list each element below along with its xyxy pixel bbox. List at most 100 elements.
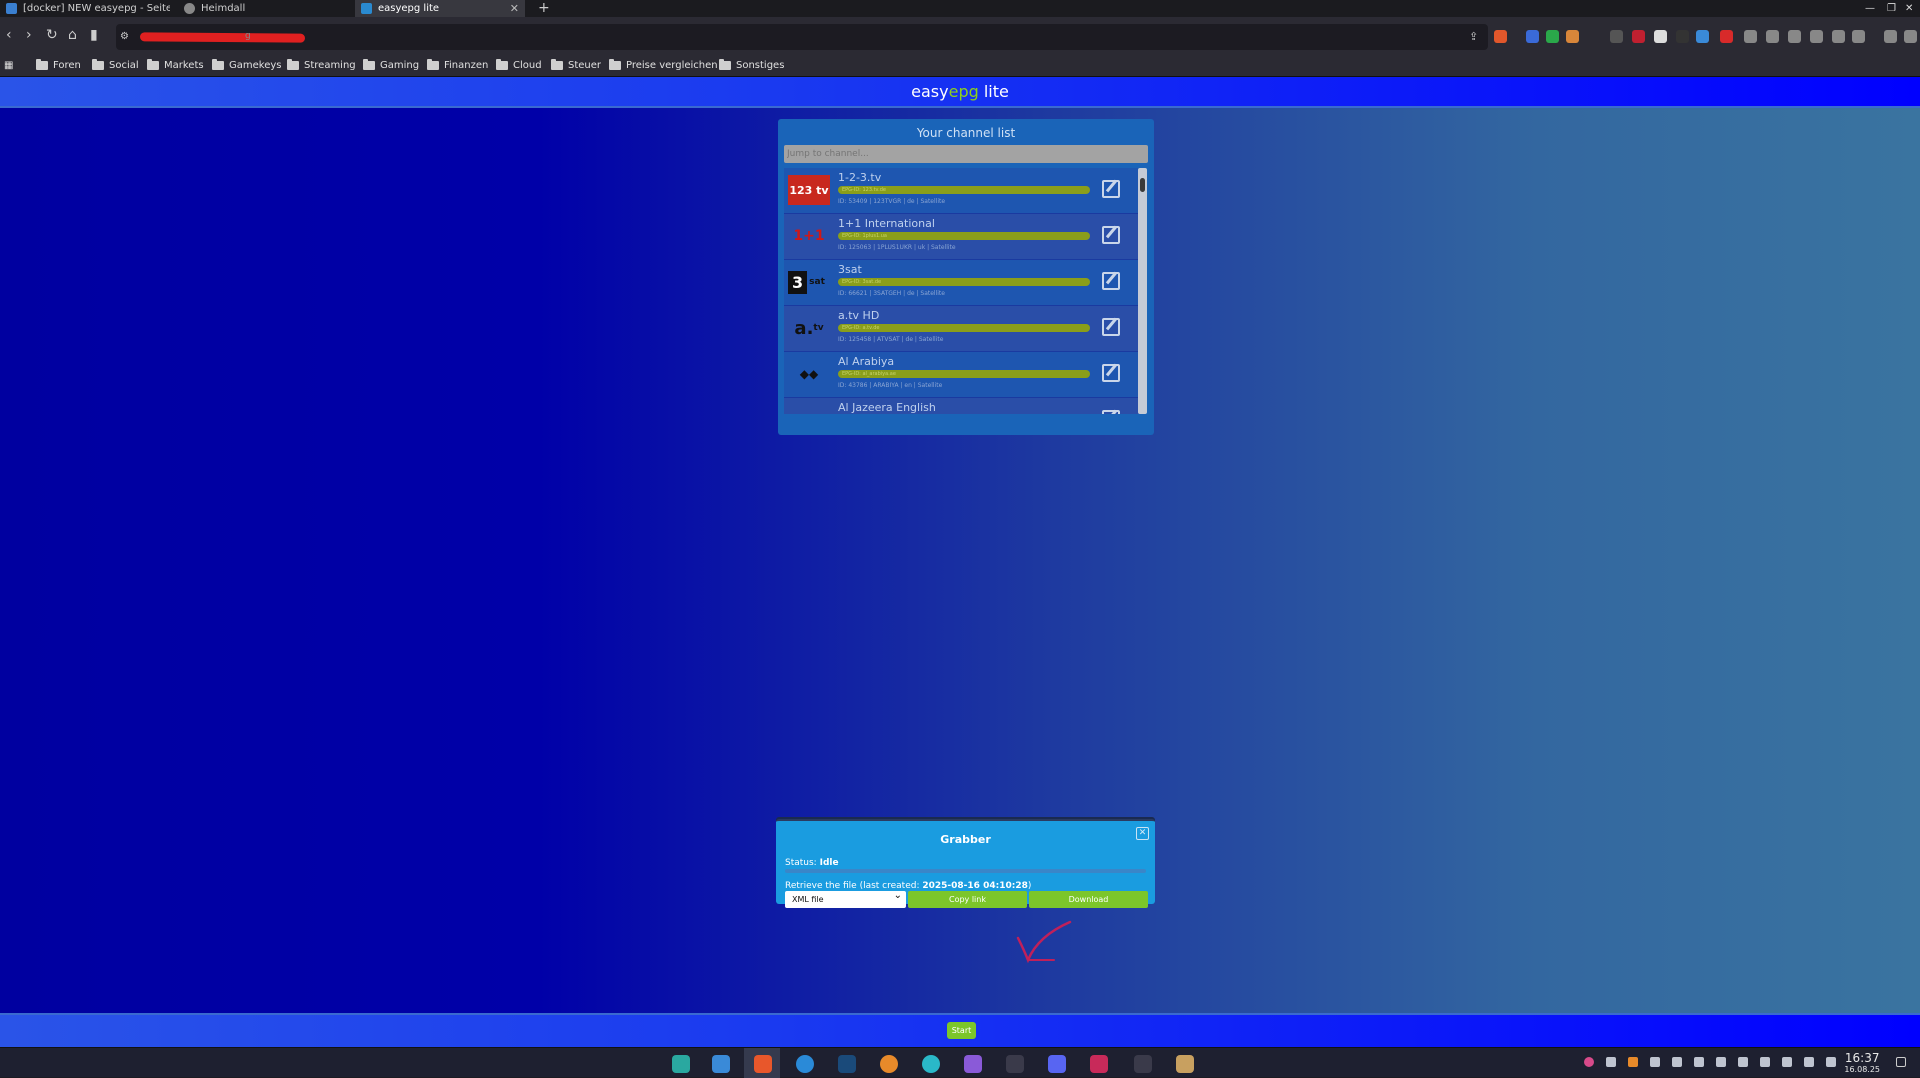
tray-icon[interactable] — [1584, 1057, 1594, 1067]
channel-row[interactable]: ▲ Al Jazeera English — [784, 398, 1140, 414]
tab-heimdall[interactable]: Heimdall — [178, 0, 348, 17]
extension-icon[interactable] — [1632, 30, 1645, 43]
tray-icon[interactable] — [1628, 1057, 1638, 1067]
edit-icon[interactable] — [1102, 318, 1120, 336]
tab-easyepg[interactable]: easyepg lite ✕ — [355, 0, 525, 17]
taskbar-clock[interactable]: 16:37 16.08.25 — [1844, 1052, 1880, 1076]
package-icon[interactable] — [1176, 1055, 1194, 1073]
bluetooth-icon[interactable] — [1694, 1057, 1704, 1067]
bookmark-folder-streaming[interactable]: Streaming — [287, 59, 356, 71]
show-desktop-icon[interactable] — [1896, 1057, 1906, 1067]
folder-icon — [92, 59, 104, 70]
brave-shield-icon[interactable] — [1494, 30, 1507, 43]
close-icon[interactable]: ✕ — [1136, 827, 1149, 840]
site-info-icon[interactable]: ⚙ — [120, 30, 129, 44]
file-format-select[interactable]: XML file — [785, 887, 906, 908]
bookmark-folder-foren[interactable]: Foren — [36, 59, 81, 71]
bookmark-folder-gaming[interactable]: Gaming — [363, 59, 419, 71]
headset-icon[interactable] — [1006, 1055, 1024, 1073]
start-button[interactable]: Start — [947, 1022, 976, 1039]
edit-icon[interactable] — [1102, 180, 1120, 198]
edit-icon[interactable] — [1102, 272, 1120, 290]
channel-name: 1+1 International — [838, 217, 935, 230]
channel-row[interactable]: a. tv a.tv HD EPG-ID: a.tv.de ID: 125458 … — [784, 306, 1140, 352]
close-window-icon[interactable]: ✕ — [1905, 0, 1913, 17]
url-bar[interactable] — [116, 24, 1488, 50]
close-tab-icon[interactable]: ✕ — [510, 2, 519, 15]
home-icon[interactable]: ⌂ — [68, 28, 77, 42]
bookmark-folder-steuer[interactable]: Steuer — [551, 59, 601, 71]
extensions-icon[interactable] — [1766, 30, 1779, 43]
app-icon[interactable] — [880, 1055, 898, 1073]
channel-list-scrollbar[interactable] — [1138, 168, 1147, 414]
tray-icon[interactable] — [1606, 1057, 1616, 1067]
bookmark-icon[interactable]: ▮ — [90, 28, 98, 42]
back-icon[interactable]: ‹ — [6, 28, 12, 42]
extension-icon[interactable] — [1566, 30, 1579, 43]
file-manager-icon[interactable] — [712, 1055, 730, 1073]
bookmark-folder-markets[interactable]: Markets — [147, 59, 204, 71]
download-button[interactable]: Download — [1029, 891, 1148, 908]
scrollbar-thumb[interactable] — [1140, 178, 1145, 192]
brave-browser-icon[interactable] — [754, 1055, 772, 1073]
extension-icon[interactable] — [1696, 30, 1709, 43]
save-icon[interactable] — [1832, 30, 1845, 43]
tab-title: easyepg lite — [378, 3, 440, 14]
minimize-icon[interactable]: — — [1865, 0, 1875, 17]
bookmark-folder-gamekeys[interactable]: Gamekeys — [212, 59, 282, 71]
brightness-icon[interactable] — [1738, 1057, 1748, 1067]
download-icon[interactable] — [1788, 30, 1801, 43]
edit-icon[interactable] — [1102, 226, 1120, 244]
edit-icon[interactable] — [1102, 364, 1120, 382]
app-icon[interactable] — [1090, 1055, 1108, 1073]
chevron-up-icon[interactable] — [1826, 1057, 1836, 1067]
bookmark-folder-finanzen[interactable]: Finanzen — [427, 59, 488, 71]
tab-docker[interactable]: [docker] NEW easyepg - Seite 20 — [0, 0, 170, 17]
steam-icon[interactable] — [838, 1055, 856, 1073]
channel-row[interactable]: 3 sat 3sat EPG-ID: 3sat.de ID: 66621 | 3S… — [784, 260, 1140, 306]
bookmark-folder-cloud[interactable]: Cloud — [496, 59, 542, 71]
reload-icon[interactable]: ↻ — [46, 28, 58, 42]
volume-icon[interactable] — [1782, 1057, 1792, 1067]
channel-row[interactable]: 1+1 1+1 International EPG-ID: 1plus1.ua … — [784, 214, 1140, 260]
extension-icon[interactable] — [1546, 30, 1559, 43]
apps-grid-icon[interactable]: ▦ — [4, 60, 13, 71]
tray-icon[interactable] — [1716, 1057, 1726, 1067]
channel-row[interactable]: ◆◆ Al Arabiya EPG-ID: al_arabiya.ae ID: … — [784, 352, 1140, 398]
tray-icon[interactable] — [1672, 1057, 1682, 1067]
extension-icon[interactable] — [1610, 30, 1623, 43]
terminal-icon[interactable] — [1134, 1055, 1152, 1073]
app-icon[interactable] — [922, 1055, 940, 1073]
network-icon[interactable] — [1804, 1057, 1814, 1067]
restore-icon[interactable]: ❐ — [1887, 0, 1896, 17]
channel-logo-3sat: 3 sat — [788, 267, 830, 297]
app-icon[interactable] — [964, 1055, 982, 1073]
extension-icon[interactable] — [1744, 30, 1757, 43]
menu-icon[interactable] — [1904, 30, 1917, 43]
channel-row[interactable]: 123 tv 1-2-3.tv EPG-ID: 123.tv.de ID: 53… — [784, 168, 1140, 214]
extension-icon[interactable] — [1676, 30, 1689, 43]
copy-link-button[interactable]: Copy link — [908, 891, 1027, 908]
print-icon[interactable] — [1852, 30, 1865, 43]
app-icon[interactable] — [796, 1055, 814, 1073]
extension-icon[interactable] — [1654, 30, 1667, 43]
bookmark-folder-social[interactable]: Social — [92, 59, 139, 71]
tray-icon[interactable] — [1650, 1057, 1660, 1067]
grabber-status: Status: Idle — [785, 858, 839, 868]
forward-icon[interactable]: › — [26, 28, 32, 42]
app-launcher-icon[interactable] — [672, 1055, 690, 1073]
channel-list: 123 tv 1-2-3.tv EPG-ID: 123.tv.de ID: 53… — [784, 168, 1140, 414]
extension-icon[interactable] — [1526, 30, 1539, 43]
leo-icon[interactable] — [1884, 30, 1897, 43]
share-icon[interactable]: ⇪ — [1469, 30, 1478, 44]
bookmark-folder-sonstiges[interactable]: Sonstiges — [719, 59, 784, 71]
jump-to-channel-input[interactable] — [784, 145, 1148, 163]
browser-tab-bar: [docker] NEW easyepg - Seite 20 Heimdall… — [0, 0, 1920, 17]
battery-icon[interactable] — [1760, 1057, 1770, 1067]
screenshot-icon[interactable] — [1810, 30, 1823, 43]
new-tab-icon[interactable]: + — [538, 0, 550, 17]
bookmark-folder-preise[interactable]: Preise vergleichen — [609, 59, 718, 71]
extension-icon[interactable] — [1720, 30, 1733, 43]
discord-icon[interactable] — [1048, 1055, 1066, 1073]
edit-icon[interactable] — [1102, 410, 1120, 414]
